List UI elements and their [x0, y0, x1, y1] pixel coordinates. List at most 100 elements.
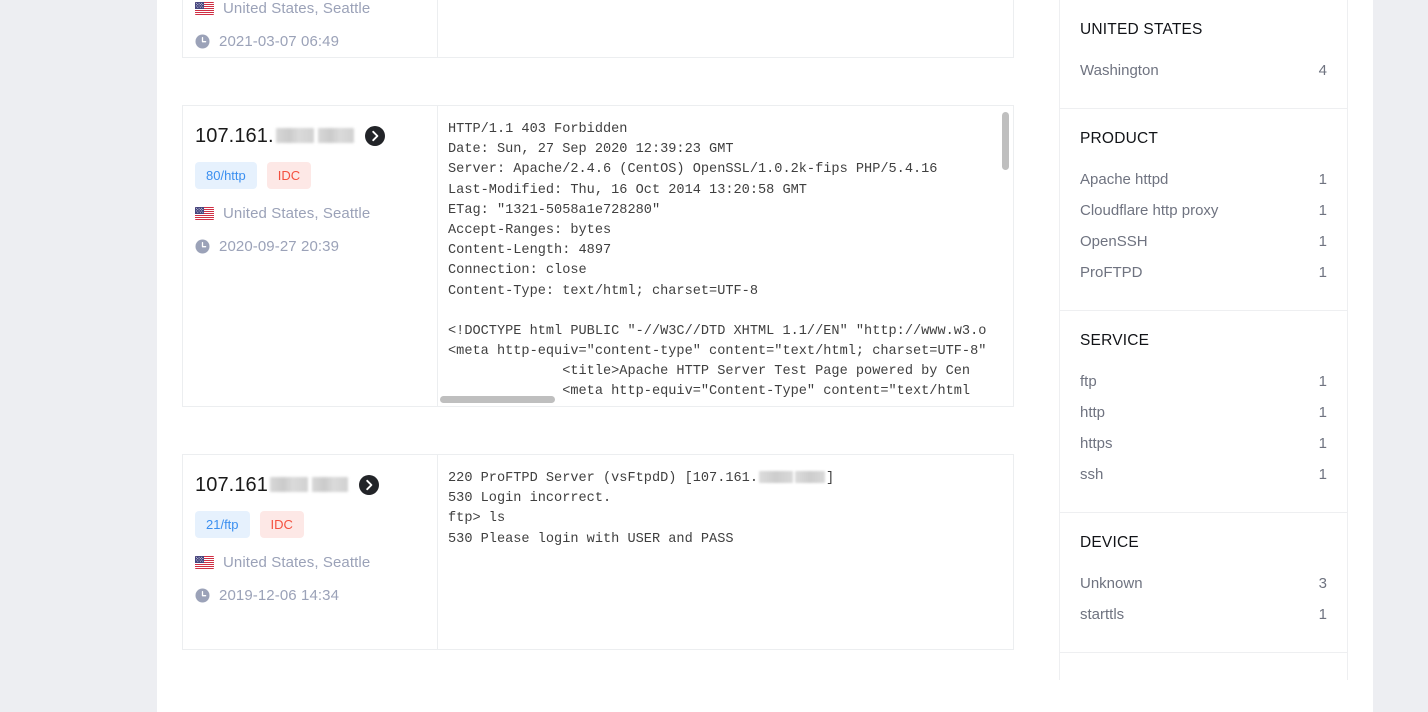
banner-horizontal-scrollbar[interactable]	[440, 396, 555, 403]
open-host-detail-button[interactable]	[364, 126, 385, 146]
clock-icon	[195, 34, 210, 49]
result-summary: 107.161 21/ftp IDC United States, Seattl…	[183, 455, 438, 649]
facet-title: DEVICE	[1080, 534, 1139, 551]
redacted-ip-octet	[312, 476, 348, 492]
banner-line: Content-Type: text/html; charset=UTF-8	[448, 283, 758, 299]
banner-line: 220 ProFTPD Server (vsFtpdD) [107.161.]	[448, 471, 835, 486]
tag-idc[interactable]: IDC	[259, 511, 304, 538]
host-ip[interactable]: 107.161.	[195, 125, 356, 148]
facet-count: 3	[1318, 575, 1327, 592]
facet-sidebar: UNITED STATES Washington 4 PRODUCT Apache ht…	[1059, 0, 1348, 680]
us-flag-icon	[195, 556, 214, 569]
facet-row[interactable]: Washington 4	[1080, 55, 1327, 86]
location-label: United States, Seattle	[223, 0, 371, 17]
banner-line: Date: Sun, 27 Sep 2020 12:39:23 GMT	[448, 142, 734, 158]
banner-line: Content-Length: 4897	[448, 243, 612, 259]
timestamp-label: 2020-09-27 20:39	[219, 238, 340, 255]
banner-line: Accept-Ranges: bytes	[448, 223, 612, 239]
facet-label: Apache httpd	[1080, 171, 1169, 188]
host-row: 107.161	[195, 472, 437, 498]
clock-icon	[195, 239, 210, 254]
facet-row[interactable]: http 1	[1080, 397, 1327, 428]
us-flag-icon	[195, 207, 214, 220]
banner-line: 530 Please login with USER and PASS	[448, 531, 734, 547]
result-summary: United States, Seattle 2021-03-07 06:49	[183, 0, 438, 57]
location-row: United States, Seattle	[195, 205, 437, 222]
facet-label: http	[1080, 404, 1106, 421]
timestamp-row: 2021-03-07 06:49	[195, 33, 437, 50]
banner-panel[interactable]: 220 ProFTPD Server (vsFtpdD) [107.161.] 5…	[438, 455, 1013, 649]
result-card[interactable]: United States, Seattle 2021-03-07 06:49	[182, 0, 1014, 58]
tag-row: 21/ftp IDC	[195, 511, 437, 538]
facet-block: SERVICE ftp 1 http 1 https 1 ssh 1	[1060, 311, 1347, 513]
banner-line: Connection: close	[448, 263, 587, 279]
banner-line	[448, 302, 1013, 322]
location-row: United States, Seattle	[195, 554, 437, 571]
redacted-ip-octet	[317, 127, 354, 143]
result-card[interactable]: 107.161. 80/http IDC United States, Seat…	[182, 105, 1014, 407]
banner-line: <!DOCTYPE html PUBLIC "-//W3C//DTD XHTML…	[448, 323, 987, 339]
location-label: United States, Seattle	[223, 554, 371, 571]
facet-block-partial	[1060, 653, 1347, 680]
facet-label: starttls	[1080, 606, 1125, 623]
facet-block: PRODUCT Apache httpd 1 Cloudflare http prox…	[1060, 109, 1347, 311]
facet-count: 1	[1318, 373, 1327, 390]
banner-panel[interactable]	[438, 0, 1013, 57]
facet-count: 4	[1318, 62, 1327, 79]
location-row: United States, Seattle	[195, 0, 437, 17]
facet-row[interactable]: Cloudflare http proxy 1	[1080, 195, 1327, 226]
us-flag-icon	[195, 2, 214, 15]
facet-label: Cloudflare http proxy	[1080, 202, 1219, 219]
right-gutter	[1373, 0, 1428, 712]
timestamp-row: 2020-09-27 20:39	[195, 238, 437, 255]
banner-line: ftp> ls	[448, 511, 506, 527]
ftp-banner-text: 220 ProFTPD Server (vsFtpdD) [107.161.] 5…	[438, 455, 1013, 649]
facet-label: https	[1080, 435, 1113, 452]
facet-title: UNITED STATES	[1080, 21, 1203, 38]
facet-row[interactable]: Unknown 3	[1080, 568, 1327, 599]
facet-block: DEVICE Unknown 3 starttls 1	[1060, 513, 1347, 653]
facet-row[interactable]: Apache httpd 1	[1080, 164, 1327, 195]
result-summary: 107.161. 80/http IDC United States, Seat…	[183, 106, 438, 406]
facet-count: 1	[1318, 404, 1327, 421]
host-ip[interactable]: 107.161	[195, 474, 350, 497]
facet-count: 1	[1318, 233, 1327, 250]
facet-row[interactable]: ssh 1	[1080, 459, 1327, 490]
redacted-ip-octet	[270, 476, 308, 492]
facet-count: 1	[1318, 264, 1327, 281]
facet-title: SERVICE	[1080, 332, 1150, 349]
facet-count: 1	[1318, 606, 1327, 623]
result-card[interactable]: 107.161 21/ftp IDC United States, Seattl…	[182, 454, 1014, 650]
http-banner-text: HTTP/1.1 403 Forbidden Date: Sun, 27 Sep …	[438, 106, 1013, 406]
banner-line: 530 Login incorrect.	[448, 491, 612, 507]
facet-title: PRODUCT	[1080, 130, 1159, 147]
tag-row: 80/http IDC	[195, 162, 437, 189]
banner-line: <title>Apache HTTP Server Test Page powe…	[448, 364, 971, 380]
facet-count: 1	[1318, 171, 1327, 188]
facet-row[interactable]: https 1	[1080, 428, 1327, 459]
facet-row[interactable]: OpenSSH 1	[1080, 226, 1327, 257]
location-label: United States, Seattle	[223, 205, 371, 222]
banner-vertical-scrollbar[interactable]	[1002, 112, 1009, 170]
facet-count: 1	[1318, 466, 1327, 483]
results-list: United States, Seattle 2021-03-07 06:49	[182, 0, 1014, 650]
facet-label: ftp	[1080, 373, 1097, 390]
facet-row[interactable]: ftp 1	[1080, 366, 1327, 397]
facet-label: ssh	[1080, 466, 1104, 483]
facet-row[interactable]: starttls 1	[1080, 599, 1327, 630]
facet-count: 1	[1318, 202, 1327, 219]
redacted-ip-octet	[275, 127, 314, 143]
open-host-detail-button[interactable]	[359, 475, 379, 495]
left-gutter	[0, 0, 157, 712]
banner-line: HTTP/1.1 403 Forbidden	[448, 122, 628, 137]
banner-line: Server: Apache/2.4.6 (CentOS) OpenSSL/1.…	[448, 162, 938, 178]
banner-panel[interactable]: HTTP/1.1 403 Forbidden Date: Sun, 27 Sep …	[438, 106, 1013, 406]
facet-label: Washington	[1080, 62, 1159, 79]
facet-label: ProFTPD	[1080, 264, 1143, 281]
clock-icon	[195, 588, 210, 603]
tag-port[interactable]: 21/ftp	[195, 511, 250, 538]
tag-idc[interactable]: IDC	[266, 162, 312, 189]
facet-row[interactable]: ProFTPD 1	[1080, 257, 1327, 288]
redacted-ip-octet	[795, 471, 825, 483]
tag-port[interactable]: 80/http	[195, 162, 257, 189]
